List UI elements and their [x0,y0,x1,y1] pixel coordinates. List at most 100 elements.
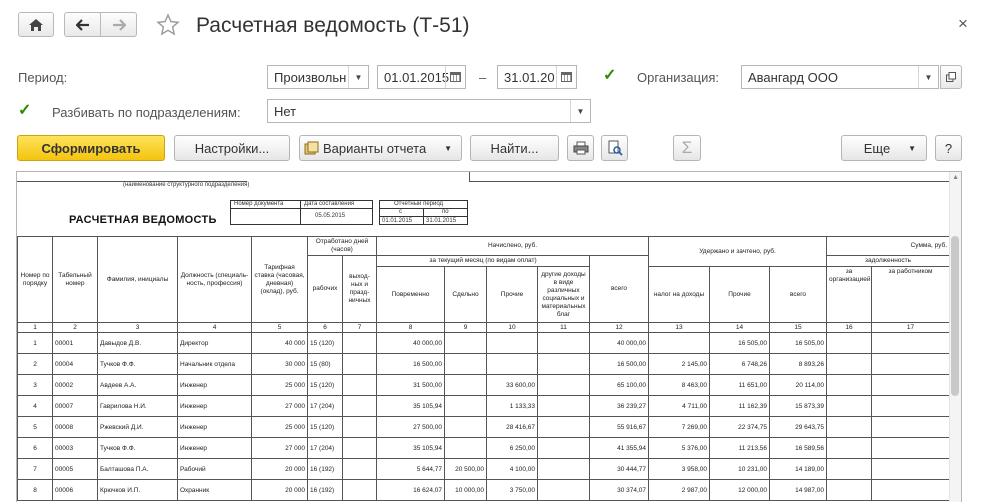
table-cell[interactable]: 5 644,77 [376,458,445,480]
table-cell[interactable]: 40 000,00 [376,332,445,354]
organization-checkbox[interactable]: ✓ [603,68,619,84]
table-cell[interactable]: 41 355,94 [589,437,649,459]
table-cell[interactable]: 20 000 [251,458,308,480]
table-cell[interactable]: 12 000,00 [709,479,770,501]
table-cell[interactable] [648,332,710,354]
table-cell[interactable]: 16 (192) [307,458,343,480]
table-cell[interactable] [871,437,951,459]
table-cell[interactable]: 16 500,00 [376,353,445,375]
table-cell[interactable] [826,332,873,354]
table-cell[interactable]: Инженер [177,437,252,459]
table-cell[interactable] [342,458,377,480]
table-cell[interactable]: 27 000 [251,437,308,459]
table-cell[interactable]: 17 (204) [307,437,343,459]
table-cell[interactable]: 6 748,26 [709,353,770,375]
table-cell[interactable] [342,416,377,438]
table-cell[interactable]: 20 500,00 [444,458,487,480]
table-cell[interactable] [537,332,590,354]
table-cell[interactable]: Ржевский Д.И. [97,416,178,438]
table-cell[interactable]: 20 114,00 [768,374,828,396]
table-cell[interactable]: 15 (120) [307,332,343,354]
table-cell[interactable] [871,353,951,375]
table-cell[interactable]: 4 [17,395,53,417]
table-cell[interactable] [871,374,951,396]
table-cell[interactable]: 00005 [52,458,98,480]
table-cell[interactable] [826,437,873,459]
table-cell[interactable]: 36 239,27 [589,395,649,417]
table-cell[interactable]: 30 000 [251,353,308,375]
table-cell[interactable] [444,374,487,396]
table-cell[interactable]: 10 231,00 [709,458,770,480]
split-by-department-select[interactable]: Нет ▼ [267,99,591,123]
table-cell[interactable]: Охранник [177,479,252,501]
table-cell[interactable]: 16 505,00 [709,332,770,354]
table-cell[interactable] [444,353,487,375]
table-cell[interactable] [537,374,590,396]
table-row[interactable]: 6 00003 Тучков Ф.Ф. Инженер 27 000 17 (204) 35… [17,437,951,459]
table-cell[interactable]: 40 000 [251,332,308,354]
table-cell[interactable] [444,416,487,438]
table-cell[interactable]: 16 624,07 [376,479,445,501]
table-cell[interactable]: 16 589,56 [768,437,828,459]
table-cell[interactable]: 2 145,00 [648,353,710,375]
table-cell[interactable]: Тучков Ф.Ф. [97,353,178,375]
calendar-icon[interactable] [556,66,576,88]
table-row[interactable]: 1 00001 Давыдов Д.В. Директор 40 000 15 (120)… [17,332,951,354]
table-row[interactable]: 3 00002 Авдеев А.А. Инженер 25 000 15 (120) 31… [17,374,951,396]
table-cell[interactable]: 1 133,33 [486,395,538,417]
date-to-input[interactable]: 31.01.20 [497,65,577,89]
table-cell[interactable]: 6 [17,437,53,459]
table-cell[interactable]: 15 (80) [307,353,343,375]
more-button[interactable]: Еще ▼ [841,135,927,161]
chevron-down-icon[interactable]: ▼ [348,66,368,88]
table-cell[interactable]: 16 500,00 [589,353,649,375]
table-cell[interactable]: 15 (120) [307,374,343,396]
table-cell[interactable]: 27 500,00 [376,416,445,438]
open-organization-button[interactable] [940,65,962,89]
help-button[interactable]: ? [935,135,962,161]
table-cell[interactable]: 16 505,00 [768,332,828,354]
table-cell[interactable]: Крючков И.П. [97,479,178,501]
table-cell[interactable] [486,332,538,354]
table-cell[interactable] [444,437,487,459]
period-mode-select[interactable]: Произвольн ▼ [267,65,369,89]
home-button[interactable] [18,12,54,37]
table-cell[interactable] [342,395,377,417]
table-cell[interactable]: Балташова П.А. [97,458,178,480]
scroll-up-icon[interactable]: ▲ [952,174,959,181]
table-cell[interactable]: 3 [17,374,53,396]
table-cell[interactable]: 35 105,94 [376,437,445,459]
table-cell[interactable] [537,437,590,459]
table-cell[interactable]: 55 916,67 [589,416,649,438]
table-cell[interactable]: 15 (120) [307,416,343,438]
table-cell[interactable] [537,416,590,438]
table-cell[interactable] [826,458,873,480]
table-cell[interactable]: 00004 [52,353,98,375]
table-cell[interactable] [537,395,590,417]
table-cell[interactable]: 35 105,94 [376,395,445,417]
table-cell[interactable] [444,332,487,354]
table-cell[interactable]: 4 100,00 [486,458,538,480]
table-cell[interactable]: 8 [17,479,53,501]
table-row[interactable]: 7 00005 Балташова П.А. Рабочий 20 000 16 (192… [17,458,951,480]
scrollbar-thumb[interactable] [951,236,959,396]
table-cell[interactable]: 65 100,00 [589,374,649,396]
table-cell[interactable]: 1 [17,332,53,354]
table-cell[interactable] [444,395,487,417]
table-cell[interactable]: 30 374,07 [589,479,649,501]
report-variants-button[interactable]: Варианты отчета ▼ [299,135,462,161]
table-cell[interactable]: 7 [17,458,53,480]
back-button[interactable] [64,12,101,37]
table-cell[interactable] [537,458,590,480]
table-cell[interactable]: 25 000 [251,416,308,438]
table-cell[interactable]: 33 600,00 [486,374,538,396]
table-cell[interactable]: 2 987,00 [648,479,710,501]
table-cell[interactable]: 27 000 [251,395,308,417]
table-cell[interactable]: 00007 [52,395,98,417]
split-by-department-checkbox[interactable]: ✓ [18,103,34,119]
table-cell[interactable]: 3 750,00 [486,479,538,501]
table-cell[interactable] [826,479,873,501]
table-cell[interactable] [342,332,377,354]
table-cell[interactable]: 5 [17,416,53,438]
table-cell[interactable]: 00003 [52,437,98,459]
